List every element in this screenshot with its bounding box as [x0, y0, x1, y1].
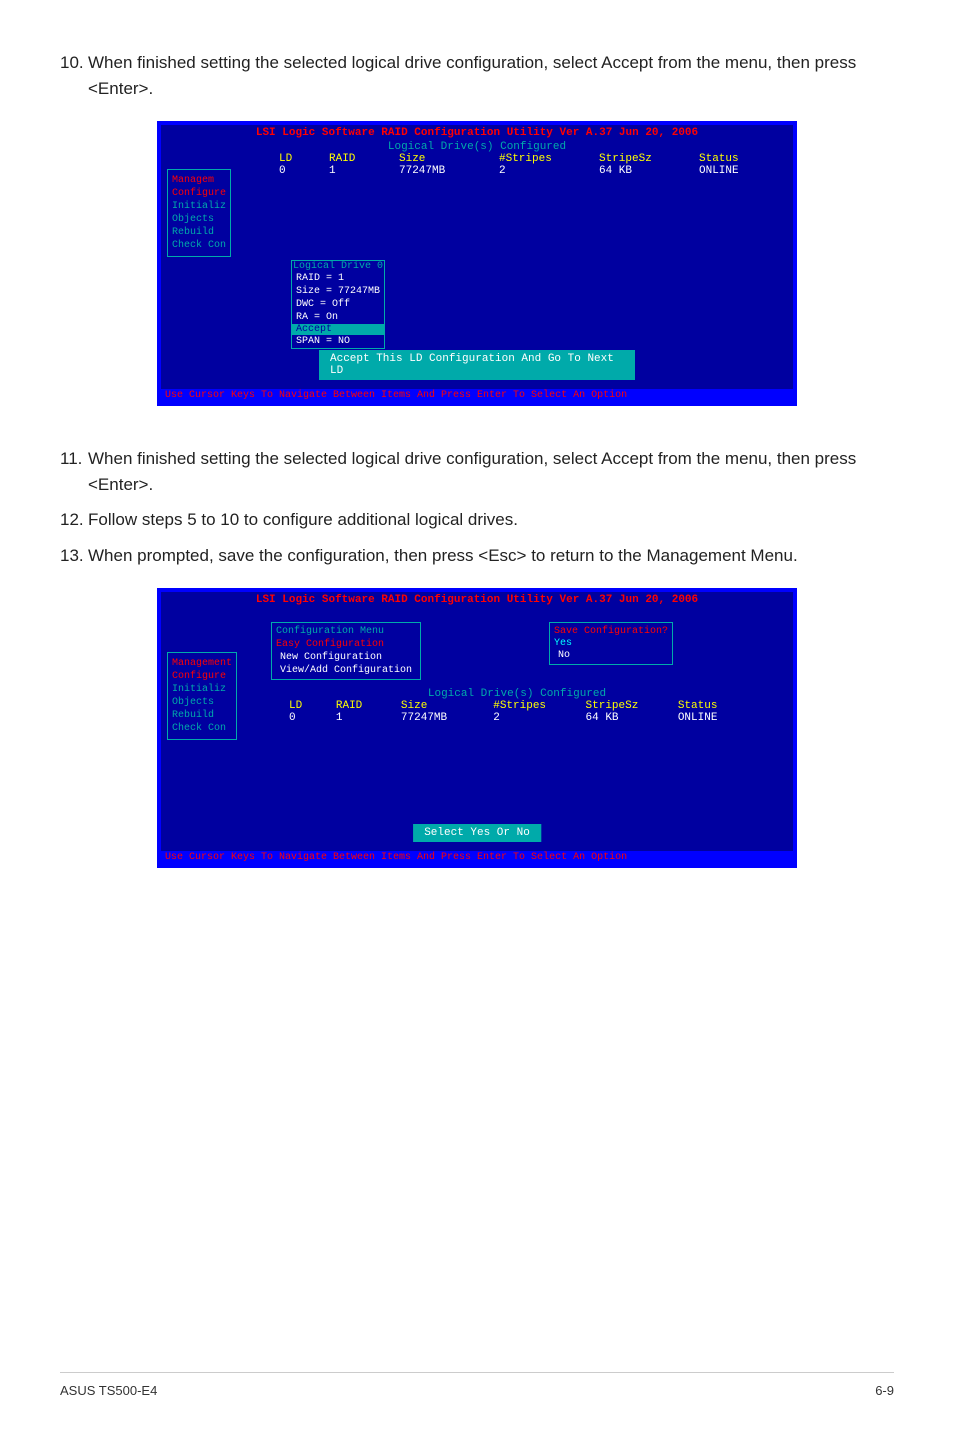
bios-left-menu: Managem Configure Initializ Objects Rebu… — [167, 169, 231, 257]
bios-screen-2: LSI Logic Software RAID Configuration Ut… — [157, 588, 797, 868]
th2-size: Size — [393, 700, 485, 712]
instruction-number: 13. — [60, 543, 88, 569]
instruction-13: 13. When prompted, save the configuratio… — [60, 543, 894, 569]
bios-table-2: Logical Drive(s) Configured LD RAID Size… — [271, 688, 763, 724]
th2-raid: RAID — [328, 700, 393, 712]
th-size: Size — [391, 153, 491, 165]
instruction-number: 11. — [60, 446, 88, 497]
ld-dwc: DWC = Off — [292, 298, 384, 311]
th-stripesz: StripeSz — [591, 153, 691, 165]
menu2-rebuild: Rebuild — [172, 709, 232, 722]
config-easy: Easy Configuration — [276, 638, 416, 651]
save-config-header: Save Configuration? — [554, 625, 668, 638]
th-stripes: #Stripes — [491, 153, 591, 165]
bios-header-2: LSI Logic Software RAID Configuration Ut… — [161, 592, 793, 608]
th2-ld: LD — [281, 700, 328, 712]
th-ld: LD — [271, 153, 321, 165]
instruction-text: When finished setting the selected logic… — [88, 446, 894, 497]
bios-table-header-2: LD RAID Size #Stripes StripeSz Status — [271, 700, 763, 712]
bios-table-header: LD RAID Size #Stripes StripeSz Status — [161, 153, 793, 165]
bios-subheader: Logical Drive(s) Configured — [161, 141, 793, 153]
ld-raid: RAID = 1 — [292, 272, 384, 285]
instruction-11: 11. When finished setting the selected l… — [60, 446, 894, 497]
bios-footer-2: Use Cursor Keys To Navigate Between Item… — [161, 851, 793, 864]
ld-size: Size = 77247MB — [292, 285, 384, 298]
logical-drive-box: Logical Drive 0 RAID = 1 Size = 77247MB … — [291, 260, 385, 349]
config-new: New Configuration — [276, 651, 416, 664]
td2-size: 77247MB — [393, 712, 485, 724]
ld-header: Logical Drive 0 — [292, 261, 384, 272]
ld-ra: RA = On — [292, 311, 384, 324]
config-view: View/Add Configuration — [276, 664, 416, 677]
th2-stripesz: StripeSz — [578, 700, 670, 712]
td2-status: ONLINE — [670, 712, 753, 724]
instruction-10: 10. When finished setting the selected l… — [60, 50, 894, 101]
menu2-management: Management — [172, 657, 232, 670]
bios-footer: Use Cursor Keys To Navigate Between Item… — [161, 389, 793, 402]
bios-subheader-2: Logical Drive(s) Configured — [271, 688, 763, 700]
th-raid: RAID — [321, 153, 391, 165]
bios-left-menu-2: Management Configure Initializ Objects R… — [167, 652, 237, 740]
menu2-initialize: Initializ — [172, 683, 232, 696]
td-status: ONLINE — [691, 165, 781, 177]
instruction-number: 10. — [60, 50, 88, 101]
bios-header: LSI Logic Software RAID Configuration Ut… — [161, 125, 793, 141]
td-stripesz: 64 KB — [591, 165, 691, 177]
footer-left: ASUS TS500-E4 — [60, 1383, 157, 1398]
th2-stripes: #Stripes — [485, 700, 577, 712]
save-no: No — [554, 649, 668, 662]
td2-stripesz: 64 KB — [578, 712, 670, 724]
menu-initialize: Initializ — [172, 200, 226, 213]
th-status: Status — [691, 153, 781, 165]
td2-raid: 1 — [328, 712, 393, 724]
menu-objects: Objects — [172, 213, 226, 226]
config-menu-box: Configuration Menu Easy Configuration Ne… — [271, 622, 421, 680]
bios-select-yes-no: Select Yes Or No — [413, 824, 541, 842]
bios-table-row: 0 1 77247MB 2 64 KB ONLINE — [161, 165, 793, 177]
menu-rebuild: Rebuild — [172, 226, 226, 239]
instruction-number: 12. — [60, 507, 88, 533]
save-yes: Yes — [554, 638, 668, 649]
ld-span: SPAN = NO — [292, 335, 384, 348]
bios-screenshot-1: LSI Logic Software RAID Configuration Ut… — [60, 121, 894, 406]
instruction-text: When finished setting the selected logic… — [88, 50, 894, 101]
menu2-checkcon: Check Con — [172, 722, 232, 735]
bios-screen-1: LSI Logic Software RAID Configuration Ut… — [157, 121, 797, 406]
bios-action-accept: Accept This LD Configuration And Go To N… — [319, 350, 635, 380]
td-raid: 1 — [321, 165, 391, 177]
menu2-objects: Objects — [172, 696, 232, 709]
instruction-text: When prompted, save the configuration, t… — [88, 543, 894, 569]
bios-screenshot-2: LSI Logic Software RAID Configuration Ut… — [60, 588, 894, 868]
td2-stripes: 2 — [485, 712, 577, 724]
instruction-text: Follow steps 5 to 10 to configure additi… — [88, 507, 894, 533]
bios-table-row-2: 0 1 77247MB 2 64 KB ONLINE — [271, 712, 763, 724]
td-size: 77247MB — [391, 165, 491, 177]
td2-ld: 0 — [281, 712, 328, 724]
page-footer: ASUS TS500-E4 6-9 — [60, 1372, 894, 1398]
instruction-12: 12. Follow steps 5 to 10 to configure ad… — [60, 507, 894, 533]
td-stripes: 2 — [491, 165, 591, 177]
config-menu-header: Configuration Menu — [276, 625, 416, 638]
menu2-configure: Configure — [172, 670, 232, 683]
td-ld: 0 — [271, 165, 321, 177]
menu-management: Managem — [172, 174, 226, 187]
save-config-box: Save Configuration? Yes No — [549, 622, 673, 665]
footer-right: 6-9 — [875, 1383, 894, 1398]
th2-status: Status — [670, 700, 753, 712]
menu-configure: Configure — [172, 187, 226, 200]
ld-accept: Accept — [292, 324, 384, 335]
menu-checkcon: Check Con — [172, 239, 226, 252]
